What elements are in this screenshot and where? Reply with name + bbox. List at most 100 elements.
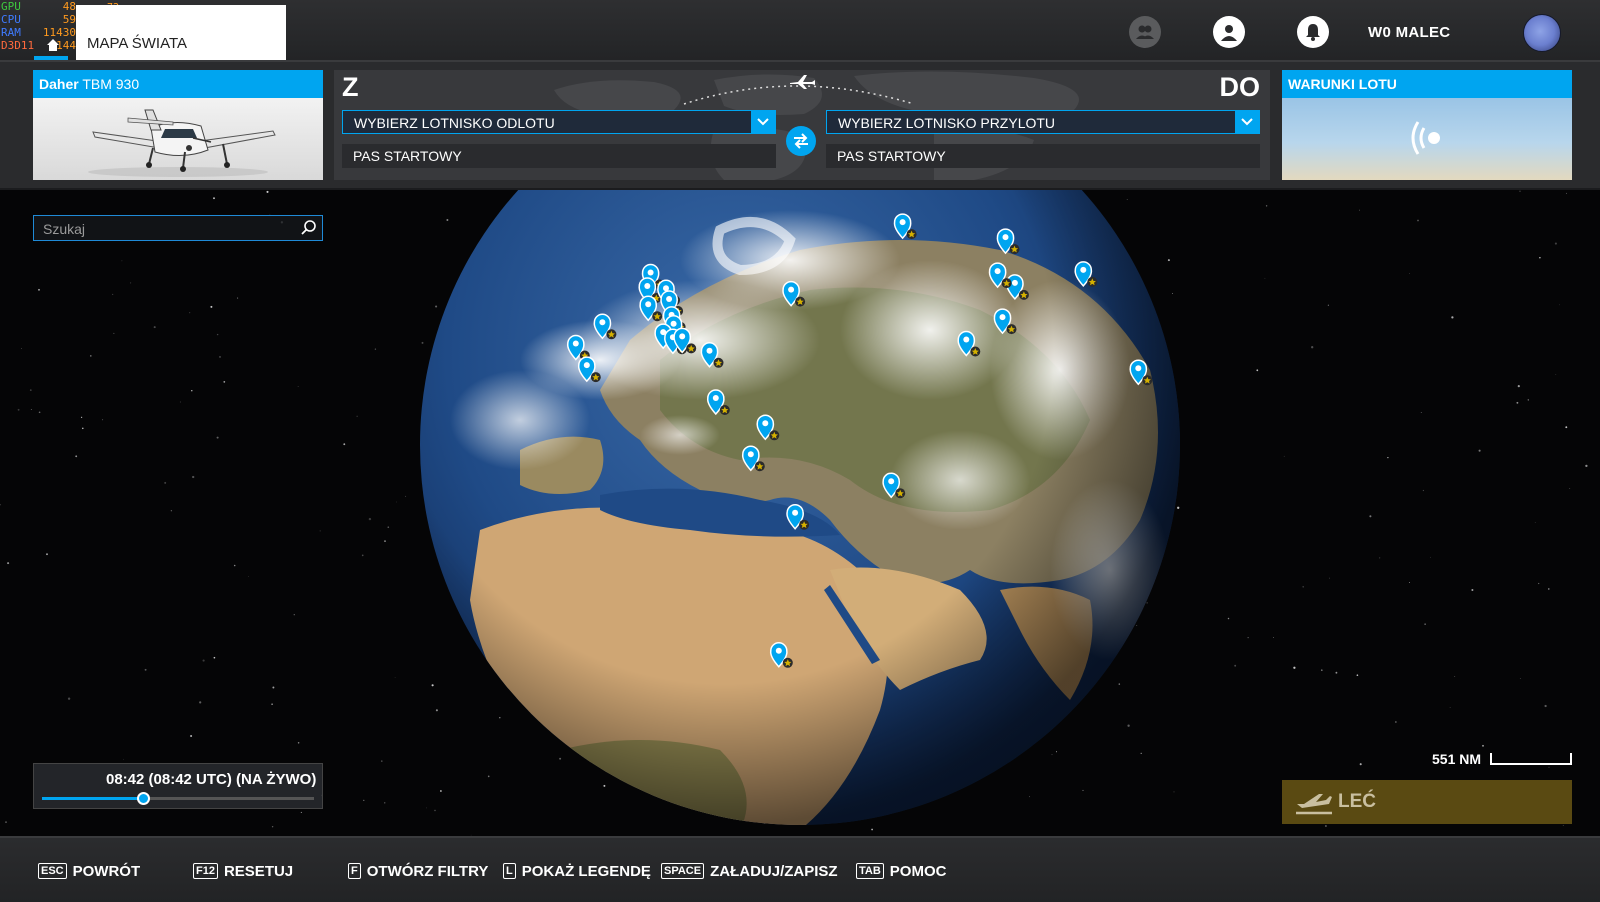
- map-pin-dot: [888, 478, 895, 485]
- map-pin-dot: [572, 340, 579, 347]
- from-label: Z: [342, 72, 359, 102]
- live-weather-icon: [1411, 121, 1440, 155]
- reset-label: RESETUJ: [223, 862, 294, 880]
- profile-icon[interactable]: [1213, 16, 1245, 48]
- l-key: L: [503, 863, 516, 879]
- search-box[interactable]: [33, 215, 323, 242]
- time-label: 08:42 (08:42 UTC) (NA ŻYWO): [106, 771, 317, 788]
- flight-conditions-title: WARUNKI LOTU: [1288, 76, 1397, 92]
- notifications-bell-icon[interactable]: [1297, 16, 1329, 48]
- esc-key: ESC: [38, 863, 67, 879]
- map-pin-dot: [647, 269, 654, 276]
- open-filters-label: OTWÓRZ FILTRY: [366, 862, 489, 880]
- time-slider[interactable]: [42, 792, 314, 805]
- bottom-shortcut-bar: ESC POWRÓT F12 RESETUJ F OTWÓRZ FILTRY L POK…: [0, 836, 1600, 902]
- top-bar: GPU48 CPU59 RAM11430 D3D11144 72 20 5010…: [0, 0, 1600, 62]
- map-pin-dot: [599, 319, 606, 326]
- search-input[interactable]: [34, 216, 295, 242]
- flight-conditions-header: WARUNKI LOTU: [1282, 70, 1572, 98]
- map-pin-dot: [788, 286, 795, 293]
- time-slider-fill: [42, 797, 143, 800]
- avatar[interactable]: [1523, 14, 1561, 52]
- space-key: SPACE: [661, 863, 705, 879]
- map-scale-label: 551 NM: [1432, 751, 1482, 767]
- world-map-tab-label: MAPA ŚWIATA: [87, 35, 188, 52]
- plane-route-icon: [790, 75, 815, 89]
- aircraft-brand: Daher: [39, 76, 79, 92]
- map-pin-dot: [963, 336, 970, 343]
- flight-conditions-image: [1282, 98, 1572, 180]
- departure-airport-placeholder: WYBIERZ LOTNISKO ODLOTU: [354, 115, 555, 131]
- f12-key: F12: [193, 863, 218, 879]
- home-icon: [47, 39, 59, 51]
- username[interactable]: W0 MALEC: [1368, 24, 1450, 41]
- map-pin-dot: [645, 301, 652, 308]
- help-label: POMOC: [889, 862, 947, 880]
- back-label: POWRÓT: [72, 862, 141, 880]
- arrival-runway-label: PAS STARTOWY: [837, 148, 946, 164]
- departure-runway-label: PAS STARTOWY: [353, 148, 462, 164]
- open-filters-shortcut[interactable]: F OTWÓRZ FILTRY: [348, 862, 488, 880]
- map-pin-dot: [706, 347, 713, 354]
- arrival-airport-select[interactable]: WYBIERZ LOTNISKO PRZYLOTU: [826, 110, 1260, 134]
- map-pin-dot: [644, 283, 651, 289]
- map-pin-dot: [666, 296, 673, 302]
- map-scale-bar: [1490, 753, 1572, 765]
- aircraft-selection-card[interactable]: Daher TBM 930: [33, 70, 323, 180]
- route-panel: Z DO WYBIERZ LOTNISKO ODLOTU WYBIERZ LOT…: [334, 70, 1270, 180]
- search-icon[interactable]: [300, 219, 318, 237]
- map-pin-dot: [1080, 266, 1087, 273]
- fly-button[interactable]: LEĆ: [1282, 780, 1572, 824]
- swap-arrows-icon: [794, 133, 808, 149]
- show-legend-shortcut[interactable]: L POKAŻ LEGENDĘ: [503, 862, 651, 880]
- map-pin-dot: [899, 219, 906, 226]
- perf-row-ram: RAM 11430: [1, 26, 76, 39]
- globe[interactable]: [0, 190, 1600, 836]
- flight-conditions-card[interactable]: WARUNKI LOTU: [1282, 70, 1572, 180]
- friends-icon[interactable]: [1129, 16, 1161, 48]
- takeoff-icon: [1296, 794, 1332, 815]
- map-pin-dot: [1002, 234, 1009, 241]
- show-legend-label: POKAŻ LEGENDĘ: [521, 862, 651, 880]
- departure-runway-select[interactable]: PAS STARTOWY: [342, 144, 776, 168]
- load-save-shortcut[interactable]: SPACE ZAŁADUJ/ZAPISZ: [661, 862, 838, 880]
- reset-shortcut[interactable]: F12 RESETUJ: [193, 862, 293, 880]
- map-scale: 551 NM: [1432, 751, 1572, 771]
- to-label: DO: [1219, 72, 1261, 102]
- map-pin-dot: [583, 362, 590, 369]
- f-key: F: [348, 863, 361, 879]
- tab-key: TAB: [856, 863, 884, 879]
- world-map-view[interactable]: 551 NM 08:42 (08:42 UTC) (NA ŻYWO) LEĆ: [0, 190, 1600, 836]
- back-shortcut[interactable]: ESC POWRÓT: [38, 862, 140, 880]
- map-pin-dot: [1135, 365, 1142, 372]
- performance-overlay: GPU 48 CPU 59 RAM 11430 D3D11 144: [0, 0, 80, 56]
- map-pin-dot: [1011, 279, 1018, 286]
- map-pin-dot: [994, 268, 1001, 275]
- map-pin-dot: [679, 333, 686, 340]
- arrival-runway-select[interactable]: PAS STARTOWY: [826, 144, 1260, 168]
- world-map-tab[interactable]: MAPA ŚWIATA: [47, 5, 286, 60]
- arrival-airport-placeholder: WYBIERZ LOTNISKO PRZYLOTU: [838, 115, 1056, 131]
- help-shortcut[interactable]: TAB POMOC: [856, 862, 946, 880]
- flight-planning-bar: Daher TBM 930 Z DO WYBIERZ LOTNISKO ODLO…: [0, 62, 1600, 190]
- active-tab-indicator: [34, 56, 68, 60]
- perf-row-d3d11: D3D11 144: [1, 39, 76, 52]
- map-pin-dot: [712, 395, 719, 401]
- aircraft-card-header: Daher TBM 930: [33, 70, 323, 98]
- map-pin-dot: [775, 647, 782, 654]
- departure-airport-select[interactable]: WYBIERZ LOTNISKO ODLOTU: [342, 110, 776, 134]
- map-pin-dot: [999, 314, 1006, 321]
- swap-airports-button[interactable]: [786, 126, 816, 156]
- map-pin-dot: [747, 451, 754, 458]
- time-slider-handle[interactable]: [136, 792, 150, 805]
- aircraft-image: [33, 98, 323, 180]
- fly-button-label: LEĆ: [1338, 791, 1376, 812]
- chevron-down-icon[interactable]: [751, 111, 775, 133]
- map-pin-dot: [792, 509, 799, 516]
- aircraft-model: TBM 930: [82, 76, 140, 92]
- load-save-label: ZAŁADUJ/ZAPISZ: [710, 862, 838, 880]
- perf-row-cpu: CPU 59: [1, 13, 76, 26]
- time-panel[interactable]: 08:42 (08:42 UTC) (NA ŻYWO): [33, 763, 323, 809]
- chevron-down-icon[interactable]: [1235, 111, 1259, 133]
- map-pin-dot: [670, 320, 677, 327]
